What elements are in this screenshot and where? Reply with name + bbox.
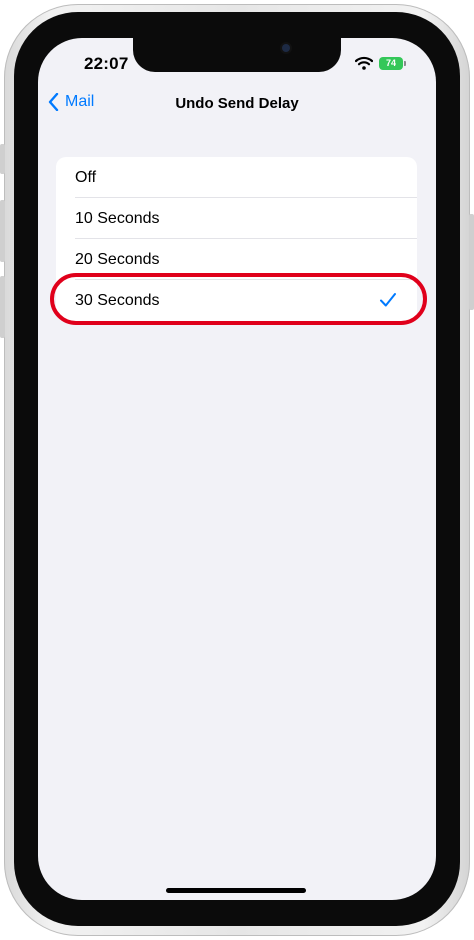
status-time: 22:07 <box>84 54 129 73</box>
volume-up-button <box>0 200 5 262</box>
battery-tip <box>404 60 406 66</box>
option-label: Off <box>75 168 97 186</box>
option-20-seconds[interactable]: 20 Seconds <box>56 239 417 280</box>
battery-icon: 74 <box>379 56 406 70</box>
option-off[interactable]: Off <box>56 157 417 198</box>
options-list: Off 10 Seconds 20 Seconds 30 Seconds <box>56 157 417 321</box>
power-button <box>469 214 474 310</box>
option-10-seconds[interactable]: 10 Seconds <box>56 198 417 239</box>
home-indicator[interactable] <box>166 888 306 893</box>
option-label: 30 Seconds <box>75 291 160 309</box>
notch <box>133 38 341 72</box>
mute-switch <box>0 144 5 174</box>
page-title: Undo Send Delay <box>175 95 299 112</box>
checkmark-icon <box>380 293 396 307</box>
option-label: 10 Seconds <box>75 209 160 227</box>
wifi-icon <box>355 56 373 70</box>
screen: 22:07 74 Mail Undo Send Delay Off 10 Sec… <box>38 38 436 900</box>
option-label: 20 Seconds <box>75 250 160 268</box>
option-30-seconds[interactable]: 30 Seconds <box>56 280 417 321</box>
status-icons: 74 <box>355 56 406 70</box>
volume-down-button <box>0 276 5 338</box>
camera-icon <box>282 44 290 52</box>
battery-level: 74 <box>379 56 403 70</box>
